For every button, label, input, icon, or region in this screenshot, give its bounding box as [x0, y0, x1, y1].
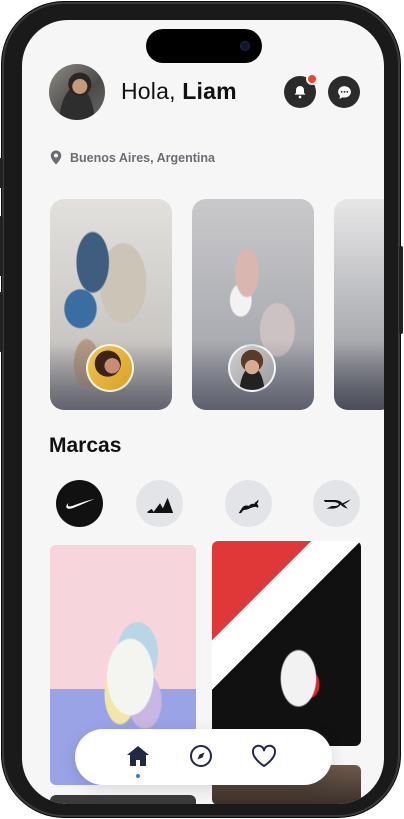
- active-indicator: [136, 774, 140, 778]
- notifications-button[interactable]: [284, 73, 318, 108]
- volume-up-button: [0, 216, 3, 276]
- reebok-logo-icon: [323, 498, 350, 509]
- product-card[interactable]: [50, 795, 196, 804]
- product-card[interactable]: [212, 541, 361, 746]
- nav-explore[interactable]: [187, 742, 215, 770]
- location-row[interactable]: Buenos Aires, Argentina: [50, 150, 215, 165]
- greeting-prefix: Hola,: [121, 78, 183, 104]
- heart-icon: [251, 744, 277, 767]
- messages-button[interactable]: [328, 76, 360, 108]
- bell-icon: [294, 86, 306, 99]
- volume-down-button: [0, 292, 3, 352]
- compass-icon: [190, 745, 212, 767]
- dynamic-island: [146, 29, 262, 63]
- action-button: [0, 158, 3, 188]
- story-card[interactable]: [50, 199, 172, 410]
- puma-logo-icon: [238, 498, 258, 513]
- notification-badge: [306, 73, 318, 85]
- user-avatar[interactable]: [49, 64, 105, 120]
- story-card[interactable]: [334, 199, 384, 410]
- phone-frame: Hola, Liam Buenos Aires, Argentina Marca…: [0, 2, 403, 817]
- user-name: Liam: [182, 78, 237, 104]
- story-card[interactable]: [192, 199, 314, 410]
- story-avatar: [86, 344, 134, 392]
- brand-adidas[interactable]: [136, 480, 183, 527]
- brand-nike[interactable]: [56, 480, 103, 527]
- story-avatar: [228, 344, 276, 392]
- story-gradient: [334, 340, 384, 410]
- location-pin-icon: [50, 150, 62, 165]
- brand-puma[interactable]: [225, 480, 272, 527]
- nav-home[interactable]: [124, 742, 152, 770]
- nike-logo-icon: [65, 498, 94, 509]
- chat-bubble-icon: [337, 85, 351, 99]
- home-icon: [127, 746, 149, 766]
- brand-reebok[interactable]: [313, 480, 360, 527]
- greeting: Hola, Liam: [121, 78, 237, 105]
- brands-title: Marcas: [49, 434, 122, 457]
- nav-favorites[interactable]: [250, 742, 278, 770]
- power-button: [399, 246, 403, 334]
- front-camera: [240, 41, 250, 51]
- adidas-logo-icon: [147, 497, 173, 513]
- bottom-nav: [75, 729, 332, 785]
- app-screen: Hola, Liam Buenos Aires, Argentina Marca…: [22, 20, 384, 804]
- location-text: Buenos Aires, Argentina: [70, 150, 215, 165]
